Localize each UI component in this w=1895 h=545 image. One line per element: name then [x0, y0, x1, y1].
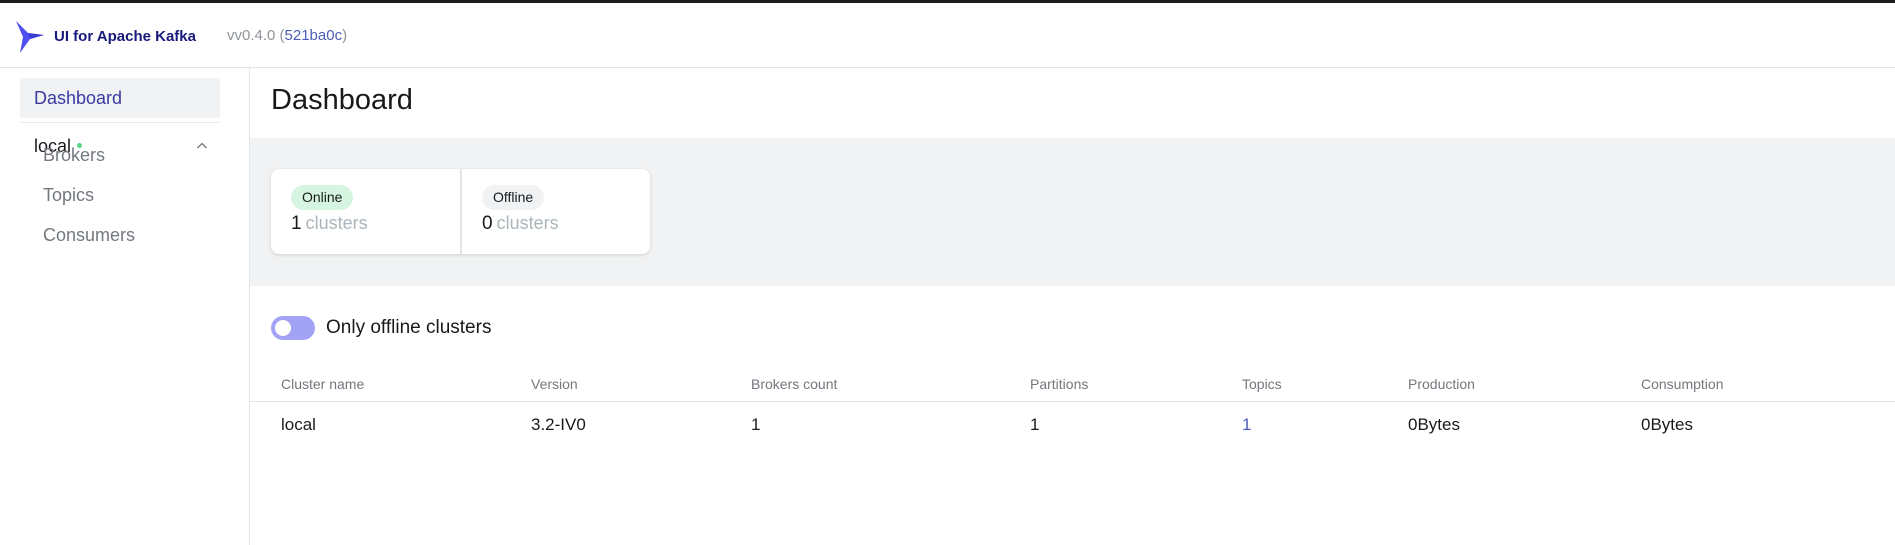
- sidebar-divider: [20, 122, 220, 123]
- table-header-row: Cluster name Version Brokers count Parti…: [250, 368, 1895, 402]
- offline-unit: clusters: [496, 213, 559, 233]
- version-suffix: ): [342, 27, 348, 44]
- sidebar-item-consumers[interactable]: Consumers: [43, 225, 135, 246]
- page-title: Dashboard: [271, 84, 413, 116]
- brand[interactable]: UI for Apache Kafka: [14, 17, 196, 55]
- chevron-up-icon[interactable]: [196, 140, 208, 152]
- cell-version: 3.2-IV0: [531, 414, 586, 434]
- column-header-partitions[interactable]: Partitions: [999, 368, 1211, 402]
- cell-partitions: 1: [1030, 414, 1040, 434]
- sidebar-item-dashboard[interactable]: Dashboard: [20, 78, 220, 118]
- offline-count: 0: [482, 213, 493, 234]
- column-header-cluster-name[interactable]: Cluster name: [250, 368, 500, 402]
- toggle-label: Only offline clusters: [326, 317, 492, 338]
- only-offline-toggle[interactable]: [271, 316, 315, 340]
- clusters-table-wrap: Cluster name Version Brokers count Parti…: [250, 368, 1895, 448]
- sidebar-item-topics[interactable]: Topics: [43, 185, 94, 206]
- app-title: UI for Apache Kafka: [54, 27, 196, 45]
- metrics-section: Online 1 clusters Offline 0 clusters: [250, 138, 1895, 286]
- metric-online: Online 1 clusters: [271, 169, 460, 254]
- cell-consumption: 0Bytes: [1641, 414, 1693, 434]
- cell-brokers-count: 1: [751, 414, 761, 434]
- sidebar: Dashboard local Brokers Topics Consumers: [0, 68, 250, 545]
- online-count: 1: [291, 213, 302, 234]
- column-header-topics[interactable]: Topics: [1211, 368, 1377, 402]
- app-version: vv0.4.0 (521ba0c): [227, 27, 347, 44]
- main-content: Dashboard Online 1 clusters Offline 0 clus…: [250, 68, 1895, 545]
- sidebar-item-brokers[interactable]: Brokers: [43, 145, 105, 166]
- commit-link[interactable]: 521ba0c: [285, 27, 343, 44]
- version-text: vv0.4.0 (: [227, 27, 285, 44]
- metric-offline-value-row: 0 clusters: [482, 213, 649, 235]
- metrics-card: Online 1 clusters Offline 0 clusters: [271, 169, 650, 254]
- metric-offline: Offline 0 clusters: [460, 169, 649, 254]
- navbar: UI for Apache Kafka vv0.4.0 (521ba0c): [0, 3, 1895, 68]
- table-row: local 3.2-IV0 1 1 1 0Bytes 0Bytes: [250, 401, 1895, 448]
- toggle-knob: [275, 320, 291, 336]
- metric-online-value-row: 1 clusters: [291, 213, 460, 235]
- column-header-production[interactable]: Production: [1377, 368, 1610, 402]
- offline-badge: Offline: [482, 185, 545, 210]
- clusters-table: Cluster name Version Brokers count Parti…: [250, 368, 1895, 448]
- column-header-brokers-count[interactable]: Brokers count: [720, 368, 999, 402]
- column-header-consumption[interactable]: Consumption: [1610, 368, 1895, 402]
- offline-filter-toggle-row: Only offline clusters: [271, 316, 491, 340]
- online-unit: clusters: [305, 213, 368, 233]
- online-badge: Online: [291, 185, 354, 210]
- cell-topics-link[interactable]: 1: [1211, 401, 1377, 448]
- kafka-logo-icon: [16, 21, 44, 53]
- cell-cluster-name: local: [281, 414, 316, 434]
- column-header-version[interactable]: Version: [500, 368, 720, 402]
- cell-production: 0Bytes: [1408, 414, 1460, 434]
